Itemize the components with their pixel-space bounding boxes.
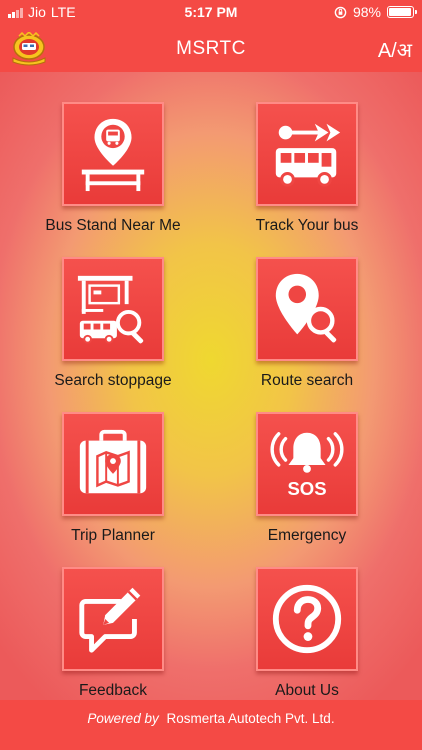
sos-alarm-icon: SOS [270, 432, 344, 499]
orientation-lock-icon [334, 6, 347, 18]
search-stoppage-button[interactable] [62, 257, 164, 361]
about-us-button[interactable] [256, 567, 358, 671]
feedback-label[interactable]: Feedback [13, 682, 213, 700]
trip-planner-label[interactable]: Trip Planner [13, 527, 213, 545]
about-us-label[interactable]: About Us [207, 682, 407, 700]
app-header: MSRTC A/अ [0, 26, 422, 72]
search-stoppage-label[interactable]: Search stoppage [13, 372, 213, 390]
bus-stand-location-icon [81, 118, 145, 192]
trip-planner-button[interactable] [62, 412, 164, 516]
route-search-button[interactable] [256, 257, 358, 361]
track-your-bus-label[interactable]: Track Your bus [207, 217, 407, 235]
status-bar: Jio LTE 5:17 PM 98% [0, 0, 422, 26]
emergency-button[interactable]: SOS [256, 412, 358, 516]
app-title: MSRTC [176, 38, 246, 59]
track-your-bus-button[interactable] [256, 102, 358, 206]
route-search-label[interactable]: Route search [207, 372, 407, 390]
language-toggle-button[interactable]: A/अ [378, 36, 412, 63]
bus-track-icon [275, 123, 341, 187]
suitcase-map-icon [79, 429, 147, 494]
feedback-pencil-icon [79, 587, 141, 653]
bus-stand-near-me-label[interactable]: Bus Stand Near Me [13, 217, 213, 235]
emergency-label[interactable]: Emergency [207, 527, 407, 545]
footer: Powered by Rosmerta Autotech Pvt. Ltd. [0, 700, 422, 750]
route-search-icon [275, 273, 337, 343]
battery-percent: 98% [352, 4, 381, 20]
battery-icon [387, 6, 417, 18]
question-icon [272, 584, 342, 654]
stoppage-search-icon [77, 275, 144, 344]
feedback-button[interactable] [62, 567, 164, 671]
bus-stand-near-me-button[interactable] [62, 102, 164, 206]
company-name: Rosmerta Autotech Pvt. Ltd. [166, 711, 335, 726]
powered-by-label: Powered by [87, 711, 159, 726]
status-right: 98% [334, 4, 417, 20]
sos-text: SOS [287, 478, 326, 499]
